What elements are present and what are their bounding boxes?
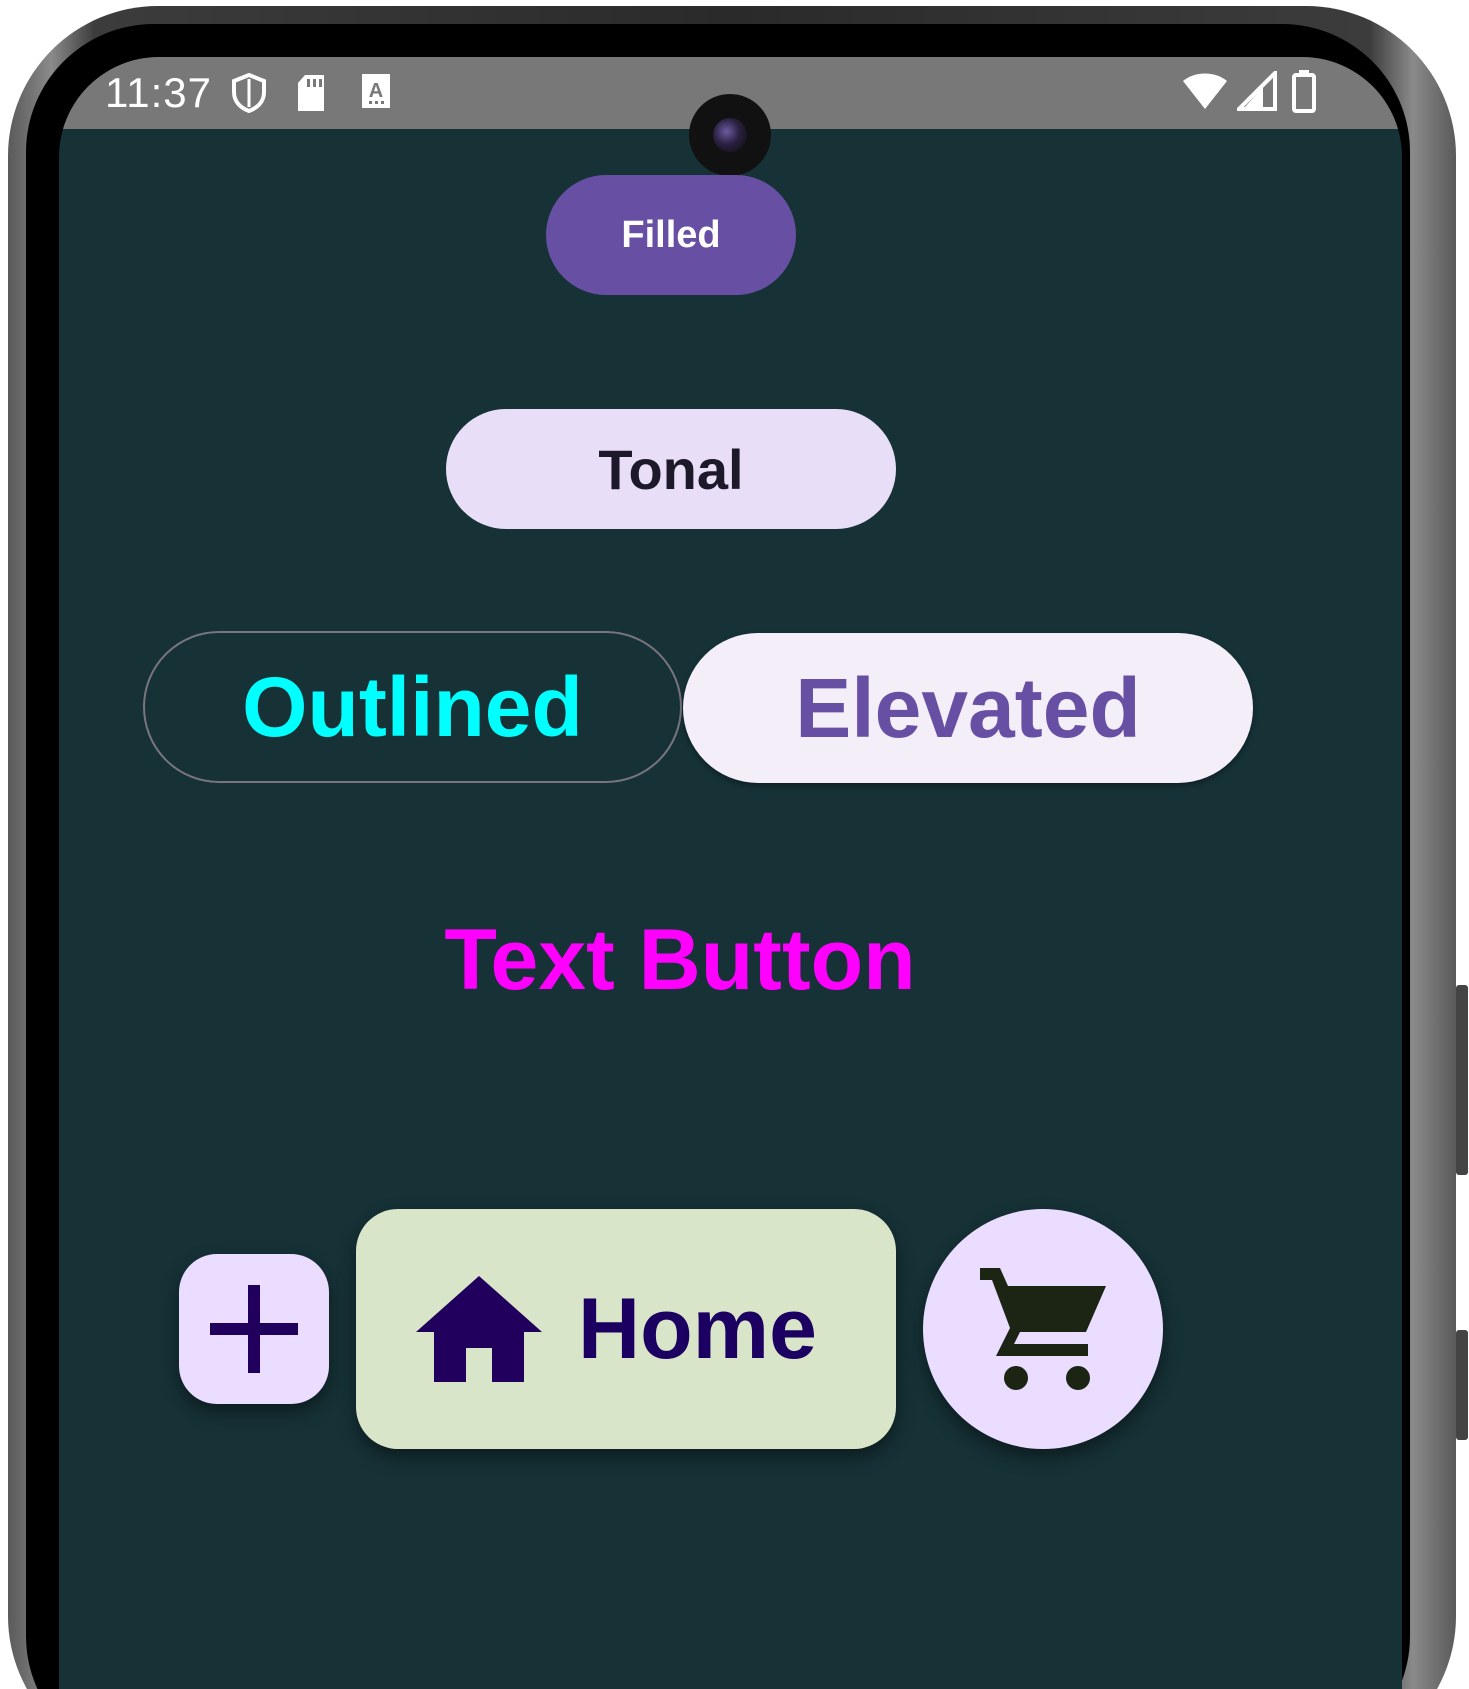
svg-text:A: A [369,80,383,102]
text-button[interactable]: Text Button [430,900,930,1020]
add-fab[interactable] [179,1254,329,1404]
home-extended-fab[interactable]: Home [356,1209,896,1449]
outlined-button-label: Outlined [242,659,583,754]
sd-card-icon [298,75,324,111]
tonal-button[interactable]: Tonal [446,409,896,529]
filled-button-label: Filled [621,213,721,256]
cart-fab[interactable] [923,1209,1163,1449]
volume-button [1456,985,1468,1175]
battery-icon [1292,70,1316,113]
status-time: 11:37 [105,69,212,116]
cellular-signal-icon [1237,71,1277,111]
front-camera [689,94,771,176]
filled-button[interactable]: Filled [546,175,796,295]
text-button-label: Text Button [444,911,916,1008]
phone-device: 11:37 A Filled Tonal Outlined Elevated T… [0,0,1469,1689]
elevated-button-label: Elevated [795,660,1141,755]
plus-icon [210,1285,298,1373]
wifi-icon [1183,73,1227,109]
home-icon [416,1276,542,1382]
camera-lens [713,118,747,152]
outlined-button[interactable]: Outlined [143,631,682,783]
shopping-cart-icon [980,1268,1106,1390]
shield-icon [232,73,266,113]
font-a-icon: A [362,74,390,108]
power-button [1456,1330,1468,1440]
elevated-button[interactable]: Elevated [683,633,1253,783]
home-fab-label: Home [578,1280,817,1377]
tonal-button-label: Tonal [598,437,744,501]
